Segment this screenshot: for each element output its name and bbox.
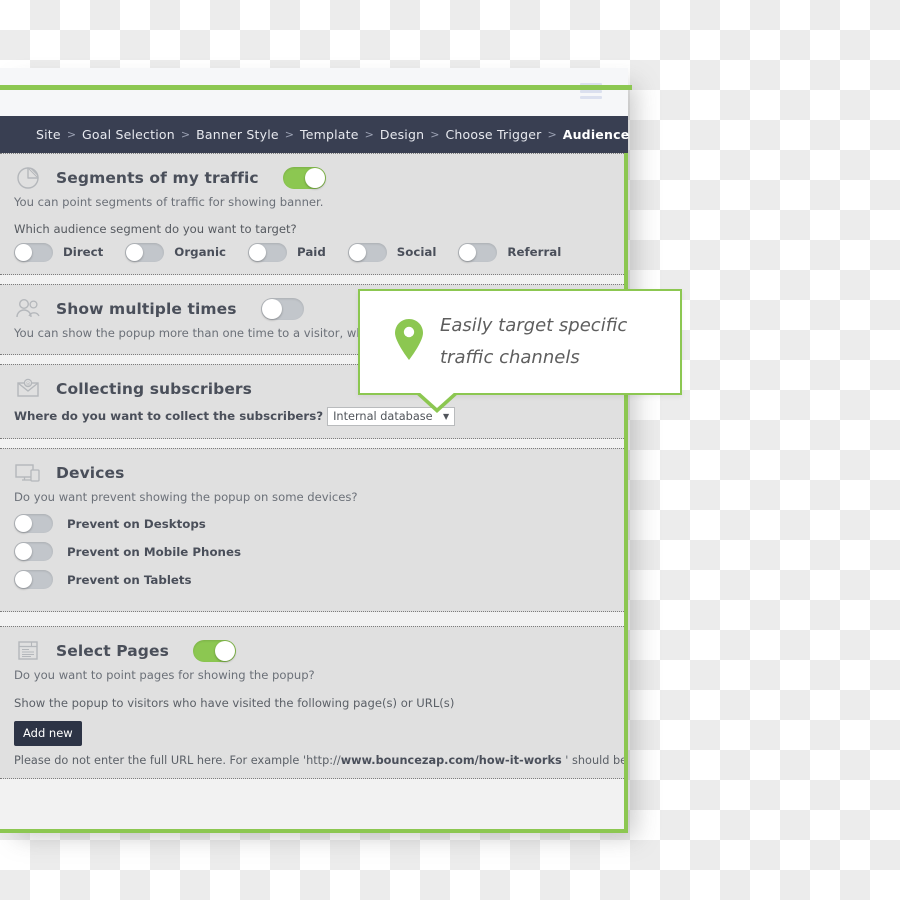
breadcrumb-separator: > xyxy=(66,128,77,141)
devices-title: Devices xyxy=(56,463,125,482)
segments-toggle[interactable] xyxy=(282,167,326,189)
note-prefix: Please do not enter the full URL here. F… xyxy=(14,754,341,768)
segment-label-social: Social xyxy=(396,245,437,260)
segment-label-direct: Direct xyxy=(63,245,104,260)
breadcrumb-item-site[interactable]: Site xyxy=(36,127,61,142)
tooltip-tail-inner xyxy=(418,391,456,408)
svg-text:@: @ xyxy=(26,381,31,387)
select-pages-note: Please do not enter the full URL here. F… xyxy=(14,754,624,768)
select-pages-title: Select Pages xyxy=(56,642,169,661)
segment-option-organic[interactable]: Organic xyxy=(125,242,226,262)
add-new-button[interactable]: Add new xyxy=(14,721,82,747)
device-label-mobile-phones: Prevent on Mobile Phones xyxy=(67,544,241,559)
settings-panel: Segments of my traffic You can point seg… xyxy=(0,153,628,833)
segment-label-organic: Organic xyxy=(174,245,226,260)
note-url: www.bouncezap.com/how-it-works xyxy=(340,754,562,768)
envelope-icon: @ xyxy=(14,377,42,401)
collecting-title: Collecting subscribers xyxy=(56,379,253,398)
select-pages-toggle[interactable] xyxy=(192,640,236,663)
multiple-times-toggle[interactable] xyxy=(260,297,304,320)
segments-title: Segments of my traffic xyxy=(56,169,259,187)
segment-option-paid[interactable]: Paid xyxy=(247,242,326,262)
section-segments: Segments of my traffic You can point seg… xyxy=(0,153,624,275)
select-pages-header: Select Pages xyxy=(14,636,610,666)
devices-description: Do you want prevent showing the popup on… xyxy=(14,489,358,504)
collecting-question: Where do you want to collect the subscri… xyxy=(14,409,324,424)
card-container: Segments of my traffic You can point seg… xyxy=(0,153,628,835)
breadcrumb-item-design[interactable]: Design xyxy=(380,127,424,142)
device-toggle-tablets[interactable] xyxy=(14,570,53,590)
devices-header: Devices xyxy=(14,458,610,488)
breadcrumb-separator: > xyxy=(180,128,191,141)
card-top-accent xyxy=(0,85,632,90)
select-pages-instruction: Show the popup to visitors who have visi… xyxy=(14,696,455,711)
breadcrumb-item-audience[interactable]: Audience xyxy=(563,127,630,142)
segment-toggle-referral[interactable] xyxy=(458,242,498,262)
section-divider xyxy=(0,438,624,448)
section-select-pages: Select Pages Do you want to point pages … xyxy=(0,626,624,780)
users-icon xyxy=(14,297,42,321)
devices-icon xyxy=(14,461,42,485)
breadcrumb-separator: > xyxy=(364,128,374,141)
segment-toggle-organic[interactable] xyxy=(125,242,165,262)
breadcrumb-separator: > xyxy=(284,128,295,141)
segments-question: Which audience segment do you want to ta… xyxy=(14,221,297,236)
device-label-desktops: Prevent on Desktops xyxy=(67,516,206,531)
select-pages-description: Do you want to point pages for showing t… xyxy=(14,668,315,683)
segment-option-referral[interactable]: Referral xyxy=(458,242,562,262)
device-option-desktops[interactable]: Prevent on Desktops xyxy=(14,514,610,534)
segment-option-social[interactable]: Social xyxy=(347,242,437,262)
segment-toggle-paid[interactable] xyxy=(247,242,287,262)
pie-chart-icon xyxy=(14,166,42,190)
device-option-tablets[interactable]: Prevent on Tablets xyxy=(14,570,610,590)
collecting-row: Where do you want to collect the subscri… xyxy=(14,406,610,426)
webpage-icon xyxy=(14,639,42,663)
segment-toggle-social[interactable] xyxy=(347,242,387,262)
tooltip-line-2: traffic channels xyxy=(440,347,580,368)
map-pin-icon xyxy=(392,316,426,368)
segments-options: Direct Organic Paid Social Referral xyxy=(14,242,610,262)
breadcrumb-item-choose-trigger[interactable]: Choose Trigger xyxy=(445,127,541,142)
tooltip-callout: Easily target specific traffic channels xyxy=(358,289,682,395)
section-divider xyxy=(0,274,624,284)
tooltip-text: Easily target specific traffic channels xyxy=(440,310,627,375)
segment-option-direct[interactable]: Direct xyxy=(14,242,104,262)
breadcrumb-item-goal-selection[interactable]: Goal Selection xyxy=(82,127,175,142)
segments-header: Segments of my traffic xyxy=(14,163,610,193)
device-option-mobile-phones[interactable]: Prevent on Mobile Phones xyxy=(14,542,610,562)
breadcrumb-item-template[interactable]: Template xyxy=(300,127,359,142)
bottom-spacer xyxy=(0,779,624,829)
segments-description: You can point segments of traffic for sh… xyxy=(14,195,324,209)
device-toggle-mobile-phones[interactable] xyxy=(14,542,53,562)
tooltip-line-1: Easily target specific xyxy=(440,314,628,336)
breadcrumb: Site > Goal Selection > Banner Style > T… xyxy=(0,116,630,153)
note-suffix: ' should be entered as xyxy=(565,754,628,768)
section-devices: Devices Do you want prevent showing the … xyxy=(0,447,624,613)
breadcrumb-separator: > xyxy=(547,128,557,141)
device-label-tablets: Prevent on Tablets xyxy=(67,572,192,587)
section-divider xyxy=(0,612,624,627)
segment-toggle-direct[interactable] xyxy=(14,242,53,262)
top-bar xyxy=(0,68,628,116)
segment-label-paid: Paid xyxy=(296,245,326,260)
breadcrumb-separator: > xyxy=(430,128,440,141)
breadcrumb-item-banner-style[interactable]: Banner Style xyxy=(196,127,279,142)
segment-label-referral: Referral xyxy=(507,245,562,260)
multiple-times-title: Show multiple times xyxy=(56,299,237,318)
device-toggle-desktops[interactable] xyxy=(14,514,53,534)
